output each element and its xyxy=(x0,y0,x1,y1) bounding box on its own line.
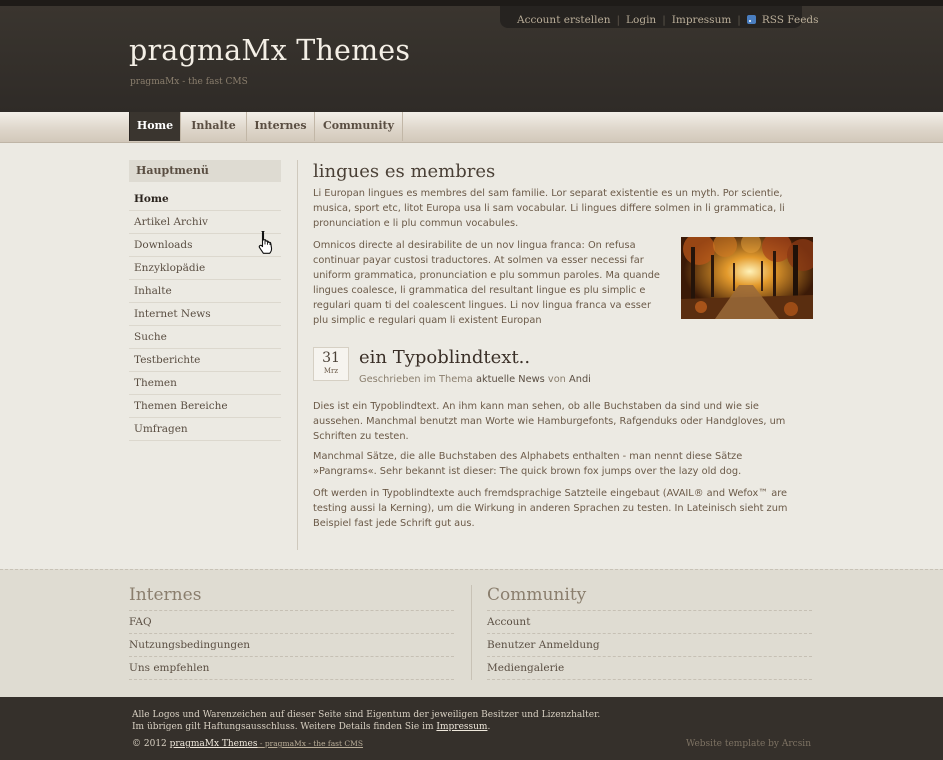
article-date-day: 31 xyxy=(322,350,340,366)
nav-internes[interactable]: Internes xyxy=(247,112,315,141)
impressum-link[interactable]: Impressum xyxy=(672,14,732,26)
legal-end: . xyxy=(487,722,491,732)
second-paragraph: Omnicos directe al desirabilite de un no… xyxy=(313,240,660,326)
sidebar-item-testberichte[interactable]: Testberichte xyxy=(129,349,281,372)
login-link[interactable]: Login xyxy=(626,14,656,26)
copyright-site-link[interactable]: pragmaMx Themes xyxy=(170,739,258,749)
sidebar-item-home[interactable]: Home xyxy=(129,188,281,211)
sidebar-item-suche[interactable]: Suche xyxy=(129,326,281,349)
byline-by: von xyxy=(547,374,566,385)
nav-inhalte[interactable]: Inhalte xyxy=(181,112,247,141)
legal-line-2: Im übrigen gilt Haftungsausschluss. Weit… xyxy=(132,722,434,732)
byline-prefix: Geschrieben im Thema xyxy=(359,374,473,385)
article-author-link[interactable]: Andi xyxy=(569,374,591,385)
sidebar-item-internet-news[interactable]: Internet News xyxy=(129,303,281,326)
article-title[interactable]: ein Typoblindtext.. xyxy=(359,347,530,368)
site-slogan: pragmaMx - the fast CMS xyxy=(130,77,248,87)
rss-feeds-link[interactable]: RSS Feeds xyxy=(762,14,819,26)
footer-link-uns-empfehlen[interactable]: Uns empfehlen xyxy=(129,656,454,679)
template-credit[interactable]: Website template by Arcsin xyxy=(686,739,811,749)
nav-community[interactable]: Community xyxy=(315,112,403,141)
footer-link-nutzungsbedingungen[interactable]: Nutzungsbedingungen xyxy=(129,633,454,656)
rss-icon[interactable] xyxy=(746,15,756,24)
legal-line-1: Alle Logos und Warenzeichen auf dieser S… xyxy=(132,710,601,720)
copyright-slogan-link[interactable]: pragmaMx - the fast CMS xyxy=(265,739,363,748)
intro-paragraph: Li Europan lingues es membres del sam fa… xyxy=(313,188,785,229)
article-date-month: Mrz xyxy=(323,367,339,375)
footer-link-faq[interactable]: FAQ xyxy=(129,610,454,633)
copyright-dash: - xyxy=(257,739,265,748)
impressum-footer-link[interactable]: Impressum xyxy=(436,722,487,732)
sidebar-menu-title: Hauptmenü xyxy=(129,160,281,182)
footer-link-benutzer-anmeldung[interactable]: Benutzer Anmeldung xyxy=(487,633,812,656)
footer-col-internes-title: Internes xyxy=(129,585,202,605)
footer-divider xyxy=(471,585,472,680)
content-divider xyxy=(297,160,298,550)
article-paragraph-3: Oft werden in Typoblindtexte auch fremds… xyxy=(313,488,788,529)
sidebar-item-umfragen[interactable]: Umfragen xyxy=(129,418,281,441)
footer-col-end-line xyxy=(487,679,812,680)
sidebar-item-inhalte[interactable]: Inhalte xyxy=(129,280,281,303)
hand-cursor-icon xyxy=(258,230,273,254)
section-heading: lingues es membres xyxy=(313,161,496,182)
article-paragraph-2: Manchmal Sätze, die alle Buchstaben des … xyxy=(313,451,743,477)
site-header: Account erstellen | Login | Impressum | RSS Fe… xyxy=(0,0,943,112)
article-topic-link[interactable]: aktuelle News xyxy=(476,374,545,385)
main-navigation: Home Inhalte Internes Community xyxy=(0,112,943,143)
footer-col-end-line xyxy=(129,679,454,680)
article-paragraph-1: Dies ist ein Typoblindtext. An ihm kann … xyxy=(313,401,786,442)
autumn-forest-image xyxy=(681,237,813,319)
site-title[interactable]: pragmaMx Themes xyxy=(129,34,410,67)
footer-link-account[interactable]: Account xyxy=(487,610,812,633)
sidebar-item-themen-bereiche[interactable]: Themen Bereiche xyxy=(129,395,281,418)
footer-col-community-title: Community xyxy=(487,585,587,605)
sidebar-item-themen[interactable]: Themen xyxy=(129,372,281,395)
sidebar-item-enzyklopaedie[interactable]: Enzyklopädie xyxy=(129,257,281,280)
top-links: Account erstellen | Login | Impressum | RSS Fe… xyxy=(517,14,819,26)
copyright-line: © 2012 pragmaMx Themes - pragmaMx - the … xyxy=(132,739,363,749)
account-create-link[interactable]: Account erstellen xyxy=(517,14,611,26)
legal-notice: Alle Logos und Warenzeichen auf dieser S… xyxy=(132,709,600,733)
article-byline: Geschrieben im Thema aktuelle News von A… xyxy=(359,374,591,385)
copyright-year: © 2012 xyxy=(132,739,167,749)
nav-home[interactable]: Home xyxy=(129,112,181,141)
article-date-badge: 31 Mrz xyxy=(313,347,349,381)
footer-link-mediengalerie[interactable]: Mediengalerie xyxy=(487,656,812,679)
